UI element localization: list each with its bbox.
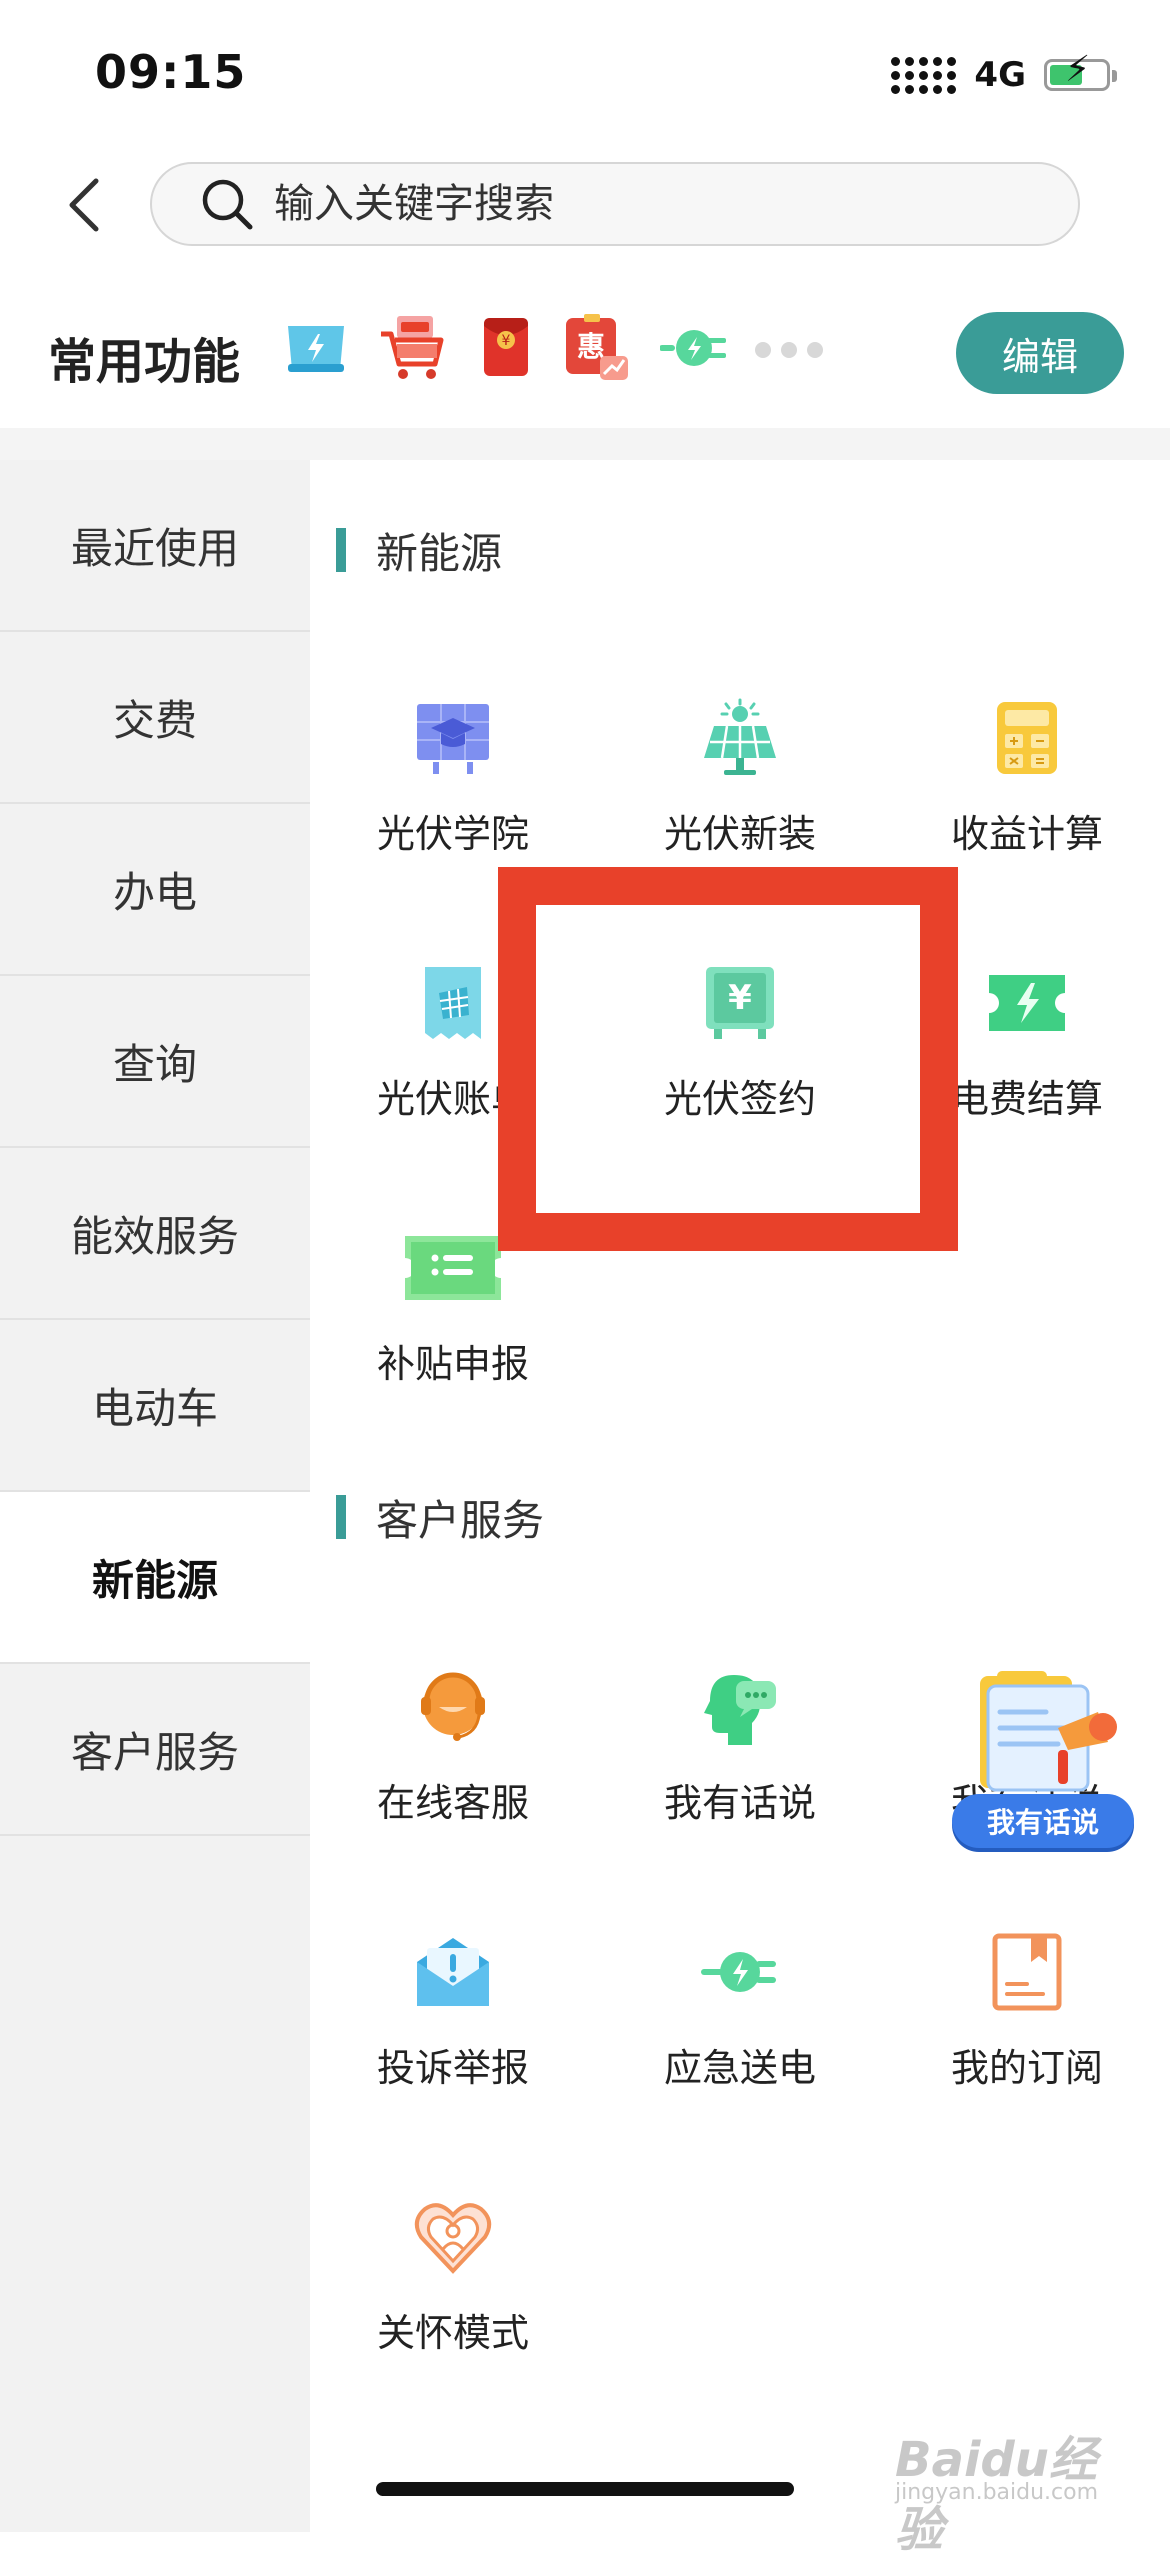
func-feedback[interactable]: 我有话说 bbox=[597, 1667, 883, 1857]
section-title: 客户服务 bbox=[376, 1495, 545, 1545]
headset-icon bbox=[421, 1672, 485, 1741]
search-bar[interactable] bbox=[150, 162, 1080, 246]
function-content: 新能源 光伏学院 光伏新装 收益计算 光伏账单 ¥ 光伏签约 电费结算 补贴申报… bbox=[310, 460, 1170, 2532]
sidebar-item-apply-power[interactable]: 办电 bbox=[0, 804, 310, 976]
section-header-new-energy: 新能源 bbox=[336, 520, 502, 580]
discount-icon[interactable]: 惠 bbox=[560, 312, 632, 384]
power-plug-icon[interactable] bbox=[660, 312, 732, 384]
back-button[interactable] bbox=[60, 175, 110, 235]
func-label: 补贴申报 bbox=[376, 1342, 529, 1386]
subscription-book-icon bbox=[992, 1933, 1062, 2011]
common-functions: 常用功能 ¥ 惠 编辑 bbox=[0, 290, 1170, 410]
common-functions-title: 常用功能 bbox=[48, 334, 241, 390]
sidebar-item-customer-service[interactable]: 客户服务 bbox=[0, 1664, 310, 1836]
section-header-customer-service: 客户服务 bbox=[336, 1487, 544, 1547]
watermark: Baidu经验 jingyan.baidu.com bbox=[895, 2420, 1135, 2558]
calculator-icon bbox=[997, 702, 1057, 774]
func-label: 收益计算 bbox=[950, 812, 1103, 856]
chevron-left-icon bbox=[69, 178, 99, 232]
sidebar-item-energy-service[interactable]: 能效服务 bbox=[0, 1148, 310, 1320]
solar-panel-icon bbox=[704, 698, 776, 775]
func-complaint[interactable]: 投诉举报 bbox=[310, 1932, 596, 2122]
more-icon[interactable] bbox=[755, 342, 823, 358]
watermark-url: jingyan.baidu.com bbox=[895, 2480, 1099, 2505]
func-label: 我有话说 bbox=[663, 1781, 816, 1825]
settlement-icon bbox=[989, 975, 1065, 1031]
sidebar-item-payment[interactable]: 交费 bbox=[0, 632, 310, 804]
func-revenue-calc[interactable]: 收益计算 bbox=[884, 698, 1170, 888]
battery-icon: ⚡ bbox=[1044, 52, 1117, 91]
sidebar-item-ev[interactable]: 电动车 bbox=[0, 1320, 310, 1492]
network-label: 4G bbox=[974, 55, 1026, 95]
power-plug-icon bbox=[701, 1952, 776, 1992]
solar-academy-icon bbox=[417, 704, 489, 774]
subsidy-ticket-icon bbox=[405, 1236, 501, 1300]
section-title: 新能源 bbox=[376, 528, 503, 578]
func-label: 应急送电 bbox=[663, 2046, 816, 2090]
megaphone-feedback-icon bbox=[980, 1676, 1117, 1792]
category-sidebar: 最近使用 交费 办电 查询 能效服务 电动车 新能源 客户服务 bbox=[0, 460, 310, 2532]
search-input[interactable] bbox=[272, 180, 1056, 228]
signal-icon bbox=[891, 56, 957, 94]
complaint-mail-icon bbox=[417, 1938, 489, 2006]
func-label: 关怀模式 bbox=[376, 2311, 529, 2355]
func-label: 光伏新装 bbox=[663, 812, 816, 856]
status-indicators: 4G ⚡ bbox=[891, 50, 1117, 100]
edit-button[interactable]: 编辑 bbox=[956, 312, 1124, 394]
sidebar-item-query[interactable]: 查询 bbox=[0, 976, 310, 1148]
func-subsidy-report[interactable]: 补贴申报 bbox=[310, 1228, 596, 1418]
func-label: 在线客服 bbox=[376, 1781, 529, 1825]
status-time: 09:15 bbox=[95, 45, 247, 99]
svg-text:惠: 惠 bbox=[577, 330, 605, 363]
highlight-annotation bbox=[498, 867, 958, 1251]
sidebar-item-recent[interactable]: 最近使用 bbox=[0, 460, 310, 632]
promo-badge-label: 我有话说 bbox=[952, 1794, 1134, 1848]
promo-badge[interactable]: 我有话说 bbox=[948, 1672, 1138, 1852]
func-my-subscription[interactable]: 我的订阅 bbox=[884, 1932, 1170, 2122]
func-label: 我的订阅 bbox=[950, 2046, 1103, 2090]
func-care-mode[interactable]: 关怀模式 bbox=[310, 2197, 596, 2387]
func-solar-install[interactable]: 光伏新装 bbox=[597, 698, 883, 888]
search-icon bbox=[202, 179, 253, 230]
status-bar: 09:15 4G ⚡ bbox=[0, 0, 1170, 150]
svg-text:¥: ¥ bbox=[502, 333, 511, 349]
red-envelope-icon[interactable]: ¥ bbox=[470, 312, 542, 384]
home-indicator[interactable] bbox=[376, 2482, 794, 2496]
func-online-service[interactable]: 在线客服 bbox=[310, 1667, 596, 1857]
care-heart-icon bbox=[414, 2203, 492, 2274]
func-emergency-power[interactable]: 应急送电 bbox=[597, 1932, 883, 2122]
chat-head-icon bbox=[704, 1675, 776, 1745]
sidebar-item-new-energy[interactable]: 新能源 bbox=[0, 1492, 310, 1664]
func-label: 光伏学院 bbox=[376, 812, 529, 856]
bill-icon bbox=[425, 967, 481, 1039]
electric-bill-icon[interactable] bbox=[280, 312, 352, 384]
recharge-cart-icon[interactable] bbox=[375, 312, 447, 384]
section-divider bbox=[0, 428, 1170, 460]
func-label: 投诉举报 bbox=[376, 2046, 529, 2090]
func-solar-academy[interactable]: 光伏学院 bbox=[310, 698, 596, 888]
